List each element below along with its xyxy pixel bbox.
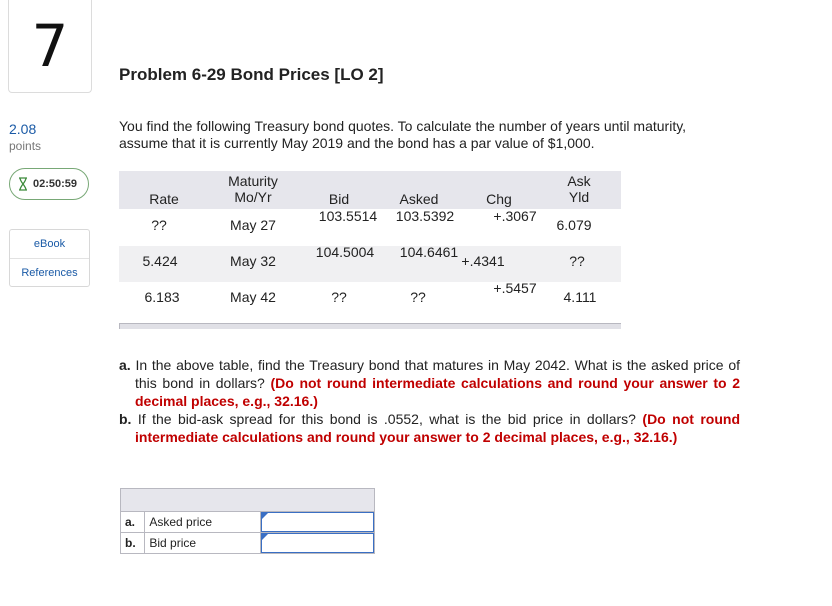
question-b-label: b. — [119, 411, 132, 427]
hourglass-icon — [19, 177, 27, 191]
row1-rate: ?? — [151, 217, 167, 233]
row2-maturity: May 32 — [230, 253, 276, 269]
references-link[interactable]: References — [10, 258, 89, 287]
answer-row-letter: b. — [119, 532, 146, 554]
row3-asked: ?? — [410, 289, 426, 305]
row1-asked: 103.5392 — [395, 208, 455, 224]
answer-row-label: Bid price — [144, 532, 262, 554]
answer-row-label: Asked price — [144, 511, 262, 533]
row3-chg: +.5457 — [493, 280, 537, 296]
bid-price-input[interactable] — [261, 533, 374, 553]
header-ask-bottom: Yld — [568, 189, 590, 205]
row2-asked: 104.6461 — [399, 244, 459, 260]
row1-maturity: May 27 — [230, 217, 276, 233]
answer-row-letter: a. — [119, 511, 146, 533]
question-b-text: If the bid-ask spread for this bond is .… — [137, 411, 636, 427]
questions-block: a. In the above table, find the Treasury… — [119, 356, 740, 446]
answer-cell — [260, 532, 375, 554]
problem-title: Problem 6-29 Bond Prices [LO 2] — [119, 65, 384, 84]
row3-maturity: May 42 — [230, 289, 276, 305]
question-b: b. If the bid-ask spread for this bond i… — [119, 410, 740, 446]
row3-rate: 6.183 — [144, 289, 180, 305]
header-bid: Bid — [328, 191, 350, 207]
row2-yld: ?? — [569, 253, 585, 269]
table-header-band — [119, 171, 621, 209]
header-maturity-top: Maturity — [228, 173, 278, 189]
timer-value: 02:50:59 — [33, 178, 78, 190]
answer-table-header — [120, 488, 375, 512]
row3-yld: 4.111 — [563, 289, 597, 305]
question-a-label: a. — [119, 357, 131, 373]
row1-bid: 103.5514 — [318, 208, 378, 224]
bond-quote-table: Rate Maturity Mo/Yr Bid Asked Chg Ask Yl… — [119, 171, 621, 329]
problem-intro: You find the following Treasury bond quo… — [119, 118, 687, 151]
row2-chg: +.4341 — [461, 253, 505, 269]
answer-table-header-cell — [120, 488, 375, 512]
timer[interactable]: 02:50:59 — [9, 168, 89, 200]
answer-row-asked: a. Asked price — [119, 511, 375, 533]
header-asked: Asked — [399, 191, 439, 207]
header-chg: Chg — [486, 191, 512, 207]
points-label: points — [9, 139, 42, 153]
header-rate: Rate — [149, 191, 179, 207]
side-links: eBook References — [9, 229, 90, 287]
input-flag-icon — [262, 534, 269, 540]
points-value: 2.08 — [9, 121, 37, 137]
question-a: a. In the above table, find the Treasury… — [119, 356, 740, 410]
asked-price-input[interactable] — [261, 512, 374, 532]
ebook-link[interactable]: eBook — [10, 230, 89, 258]
header-maturity-bottom: Mo/Yr — [234, 189, 272, 205]
input-flag-icon — [262, 513, 269, 519]
row3-bid: ?? — [331, 289, 347, 305]
table-bottom-rule — [119, 323, 621, 329]
answer-row-bid: b. Bid price — [119, 532, 375, 554]
header-ask-top: Ask — [567, 173, 591, 189]
answer-table: a. Asked price b. Bid price — [119, 488, 375, 554]
row2-bid: 104.5004 — [315, 244, 375, 260]
row2-rate: 5.424 — [142, 253, 178, 269]
row1-chg: +.3067 — [493, 208, 537, 224]
question-number: 7 — [8, 0, 92, 93]
row1-yld: 6.079 — [556, 217, 592, 233]
answer-cell — [260, 511, 375, 533]
